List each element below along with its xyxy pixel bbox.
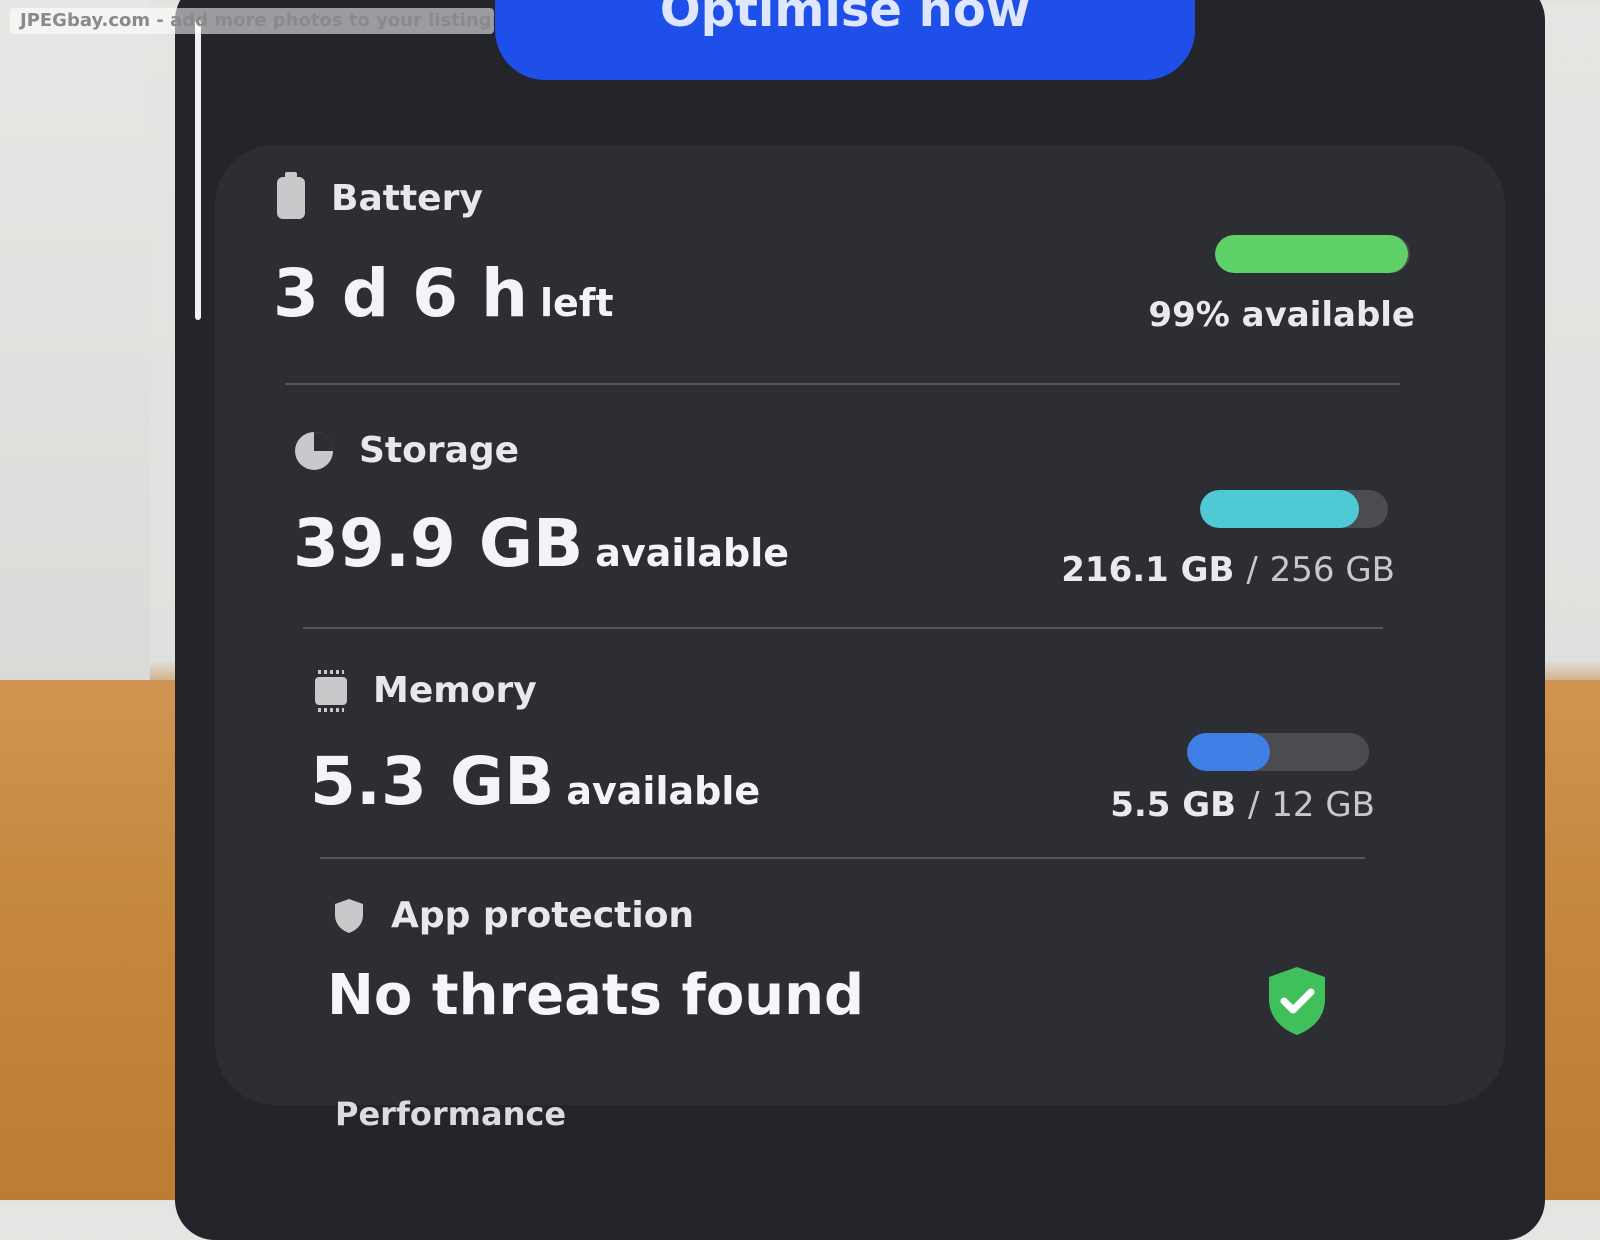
watermark: JPEGbay.com - add more photos to your li… [10,8,494,34]
optimise-now-button[interactable]: Optimise now [495,0,1195,80]
memory-used: 5.5 GB [1110,785,1237,825]
threat-status: No threats found [327,963,865,1028]
background-wall [0,0,150,690]
performance-heading: Performance [335,1095,567,1133]
memory-value: 5.3 GB [310,743,555,820]
battery-bar-fill [1215,235,1409,273]
battery-time-left: 3 d 6 h left [273,255,614,332]
app-protection-label: App protection [391,895,695,936]
divider [320,857,1365,859]
shield-icon [333,898,365,934]
memory-label: Memory [373,670,537,711]
storage-label: Storage [359,430,520,471]
memory-chip-icon [315,669,347,712]
memory-available: 5.3 GB available [310,743,760,820]
storage-available: 39.9 GB available [293,505,789,582]
battery-label: Battery [331,177,483,219]
scroll-indicator[interactable] [195,20,201,320]
device-care-card: Battery 3 d 6 h left 99% available Storag… [215,145,1505,1105]
divider [303,627,1383,629]
battery-caption: 99% available [1148,295,1415,335]
storage-separator: / [1246,550,1258,590]
battery-suffix: left [540,281,614,325]
storage-caption: 216.1 GB / 256 GB [1061,550,1395,590]
storage-total: 256 GB [1269,550,1395,590]
memory-row-title[interactable]: Memory [315,669,537,712]
app-protection-row-title[interactable]: App protection [333,895,694,936]
memory-caption: 5.5 GB / 12 GB [1110,785,1375,825]
check-shield-icon [1265,965,1329,1037]
memory-separator: / [1247,785,1260,825]
memory-total: 12 GB [1271,785,1375,825]
phone-screen: Optimise now Battery 3 d 6 h left 99% ava… [175,0,1545,1240]
storage-value: 39.9 GB [293,505,584,582]
battery-bar [1215,235,1410,273]
storage-bar-fill [1200,490,1359,528]
divider [285,383,1400,385]
storage-pie-icon [295,431,333,470]
storage-used: 216.1 GB [1061,550,1235,590]
memory-bar-fill [1187,733,1271,771]
memory-bar [1187,733,1369,771]
memory-suffix: available [566,769,761,813]
storage-suffix: available [595,531,790,575]
battery-row-title[interactable]: Battery [277,172,483,219]
storage-bar [1200,490,1388,528]
storage-row-title[interactable]: Storage [295,430,519,471]
battery-icon [277,172,305,219]
battery-value: 3 d 6 h [273,255,529,332]
